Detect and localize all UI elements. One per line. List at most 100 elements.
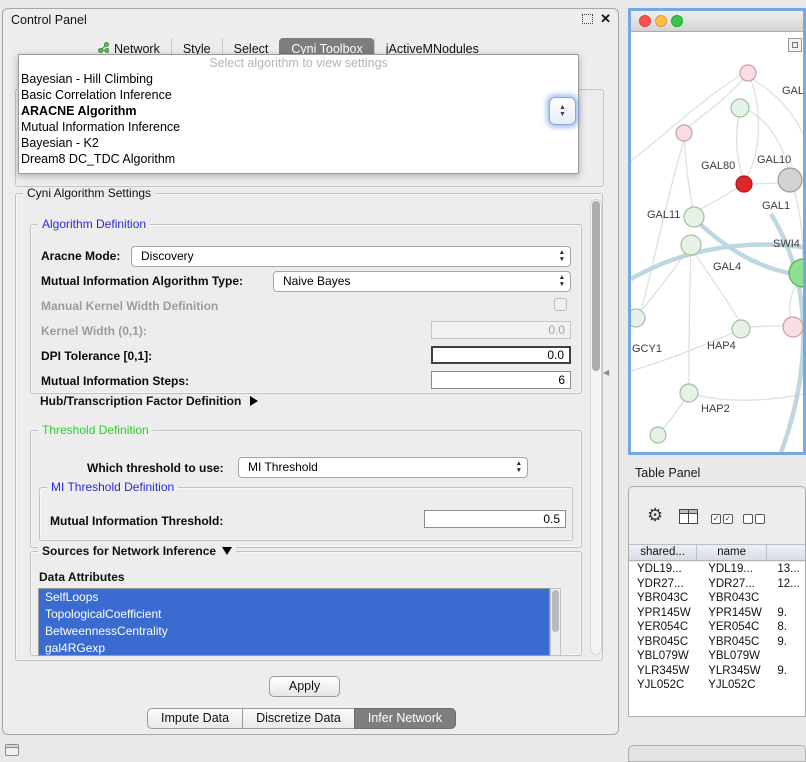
attributes-list-scrollbar[interactable]	[550, 588, 561, 656]
cell: YJL052C	[700, 678, 773, 693]
mi-steps-field[interactable]: 6	[431, 371, 571, 389]
cell: YER054C	[700, 620, 773, 635]
table-row[interactable]: YBR045CYBR045C9.	[629, 635, 805, 650]
attribute-item-betweennesscentrality[interactable]: BetweennessCentrality	[39, 623, 549, 640]
node-label-gal10: GAL10	[757, 154, 791, 166]
close-icon[interactable]: ✕	[600, 11, 611, 27]
sources-group: Sources for Network Inference Data Attri…	[30, 551, 582, 656]
network-node-gal10[interactable]	[778, 168, 802, 192]
scrollbar-thumb[interactable]	[592, 201, 600, 371]
algorithm-option-bayesian-hill-climbing[interactable]: Bayesian - Hill Climbing	[19, 71, 578, 87]
threshold-definition-group: Threshold Definition Which threshold to …	[30, 430, 582, 548]
network-node-gal11[interactable]	[684, 207, 704, 227]
control-panel-title: Control Panel	[11, 13, 87, 27]
scrollbar-thumb[interactable]	[552, 590, 559, 632]
table-row[interactable]: YDL19...YDL19...13...	[629, 562, 805, 577]
combo-arrows-icon: ▲▼	[559, 250, 565, 263]
cell: YER054C	[629, 620, 700, 635]
settings-group-title: Cyni Algorithm Settings	[23, 186, 155, 200]
table-row[interactable]: YDR27...YDR27...12...	[629, 577, 805, 592]
node-label-hap4: HAP4	[707, 340, 736, 352]
float-window-icon[interactable]	[582, 14, 593, 24]
network-edges	[631, 73, 806, 429]
node-label-gal80: GAL80	[701, 160, 735, 172]
column-header-name[interactable]: name	[697, 545, 767, 560]
manual-kernel-width-label: Manual Kernel Width Definition	[41, 299, 218, 313]
attribute-item-gal4rgexp[interactable]: gal4RGexp	[39, 640, 549, 656]
algorithm-selection-popup: Select algorithm to view settings Bayesi…	[18, 54, 579, 174]
table-body: YDL19...YDL19...13...YDR27...YDR27...12.…	[629, 562, 805, 717]
cell: YDL19...	[629, 562, 700, 577]
algorithm-option-bayesian-k2[interactable]: Bayesian - K2	[19, 135, 578, 151]
cell	[773, 591, 805, 606]
table-row[interactable]: YJL052CYJL052C	[629, 678, 805, 693]
which-threshold-select[interactable]: MI Threshold ▲▼	[238, 457, 528, 478]
table-row[interactable]: YBR043CYBR043C	[629, 591, 805, 606]
minimize-traffic-light[interactable]	[655, 15, 667, 27]
cell: YBR043C	[700, 591, 773, 606]
table-row[interactable]: YER054CYER054C8.	[629, 620, 805, 635]
algorithm-combo-stepper[interactable]: ▲▼	[549, 97, 576, 125]
node-label-gal1: GAL1	[762, 200, 790, 212]
zoom-traffic-light[interactable]	[671, 15, 683, 27]
dpi-tolerance-field[interactable]: 0.0	[431, 346, 571, 364]
manual-kernel-width-checkbox[interactable]	[554, 298, 567, 311]
mi-algorithm-type-select[interactable]: Naive Bayes ▲▼	[273, 271, 571, 292]
node-label-hap2: HAP2	[701, 403, 730, 415]
network-node[interactable]	[731, 99, 749, 117]
network-view-window[interactable]: GALGAL80GAL10GAL11GAL1SWI4GAL4GCY1HAP4YH…	[628, 8, 806, 455]
column-browser-icon[interactable]	[679, 509, 698, 524]
network-node-hap4[interactable]	[783, 317, 803, 337]
network-node[interactable]	[736, 176, 752, 192]
algorithm-option-mutual-information-inference[interactable]: Mutual Information Inference	[19, 119, 578, 135]
attribute-item-selfloops[interactable]: SelfLoops	[39, 589, 549, 606]
algorithm-option-aracne-algorithm[interactable]: ARACNE Algorithm	[19, 103, 578, 119]
tab-discretize-data[interactable]: Discretize Data	[242, 708, 355, 729]
attribute-item-topologicalcoefficient[interactable]: TopologicalCoefficient	[39, 606, 549, 623]
close-traffic-light[interactable]	[639, 15, 651, 27]
network-window-titlebar[interactable]	[631, 11, 803, 32]
select-all-icon[interactable]: ✓✓	[711, 514, 733, 524]
network-node-gal4[interactable]	[681, 235, 701, 255]
node-label-gal11: GAL11	[647, 209, 680, 221]
highlighted-edges	[631, 214, 806, 455]
kernel-width-field[interactable]: 0.0	[431, 321, 571, 339]
network-canvas[interactable]: GALGAL80GAL10GAL11GAL1SWI4GAL4GCY1HAP4YH…	[631, 11, 806, 455]
sources-title-label: Sources for Network Inference	[42, 544, 216, 558]
sources-group-title[interactable]: Sources for Network Inference	[38, 544, 236, 558]
cyni-algorithm-settings-group: Cyni Algorithm Settings Algorithm Defini…	[15, 193, 603, 661]
settings-scrollbar[interactable]	[590, 199, 602, 655]
column-header-shared[interactable]: shared...	[629, 545, 697, 560]
panel-dock-icon[interactable]	[5, 744, 19, 756]
kernel-width-label: Kernel Width (0,1):	[41, 324, 147, 338]
gear-icon[interactable]: ⚙	[647, 505, 663, 526]
deselect-all-icon[interactable]	[743, 514, 765, 524]
cell: YBR045C	[700, 635, 773, 650]
hub-transcription-factor-section[interactable]: Hub/Transcription Factor Definition	[40, 394, 258, 408]
mi-threshold-definition-group: MI Threshold Definition Mutual Informati…	[39, 487, 573, 541]
network-node[interactable]	[732, 320, 750, 338]
table-row[interactable]: YLR345WYLR345W9.	[629, 664, 805, 679]
table-row[interactable]: YBL079WYBL079W	[629, 649, 805, 664]
cell: 9.	[773, 606, 805, 621]
birdseye-view-icon[interactable]	[788, 38, 802, 52]
combo-arrows-icon: ▲▼	[516, 461, 522, 474]
collapsed-panel-strip[interactable]	[628, 745, 806, 762]
network-node[interactable]	[650, 427, 666, 443]
apply-button[interactable]: Apply	[269, 676, 340, 697]
tab-infer-network[interactable]: Infer Network	[354, 708, 456, 729]
table-panel-window: ⚙ ✓✓ shared...name YDL19...YDL19...13...…	[628, 486, 806, 717]
threshold-definition-title: Threshold Definition	[38, 423, 153, 437]
mi-threshold-field[interactable]: 0.5	[424, 510, 566, 528]
network-node-hap2[interactable]	[680, 384, 698, 402]
network-node-gcy1[interactable]	[631, 309, 645, 327]
algorithm-option-basic-correlation-inference[interactable]: Basic Correlation Inference	[19, 87, 578, 103]
tab-impute-data[interactable]: Impute Data	[147, 708, 243, 729]
network-node[interactable]	[740, 65, 756, 81]
splitter-collapse-icon[interactable]: ◀	[603, 368, 609, 377]
aracne-mode-select[interactable]: Discovery ▲▼	[131, 246, 571, 267]
algorithm-option-dream8-dc-tdc-algorithm[interactable]: Dream8 DC_TDC Algorithm	[19, 151, 578, 167]
table-row[interactable]: YPR145WYPR145W9.	[629, 606, 805, 621]
network-node-gal80[interactable]	[676, 125, 692, 141]
column-header-col3[interactable]	[767, 545, 805, 560]
